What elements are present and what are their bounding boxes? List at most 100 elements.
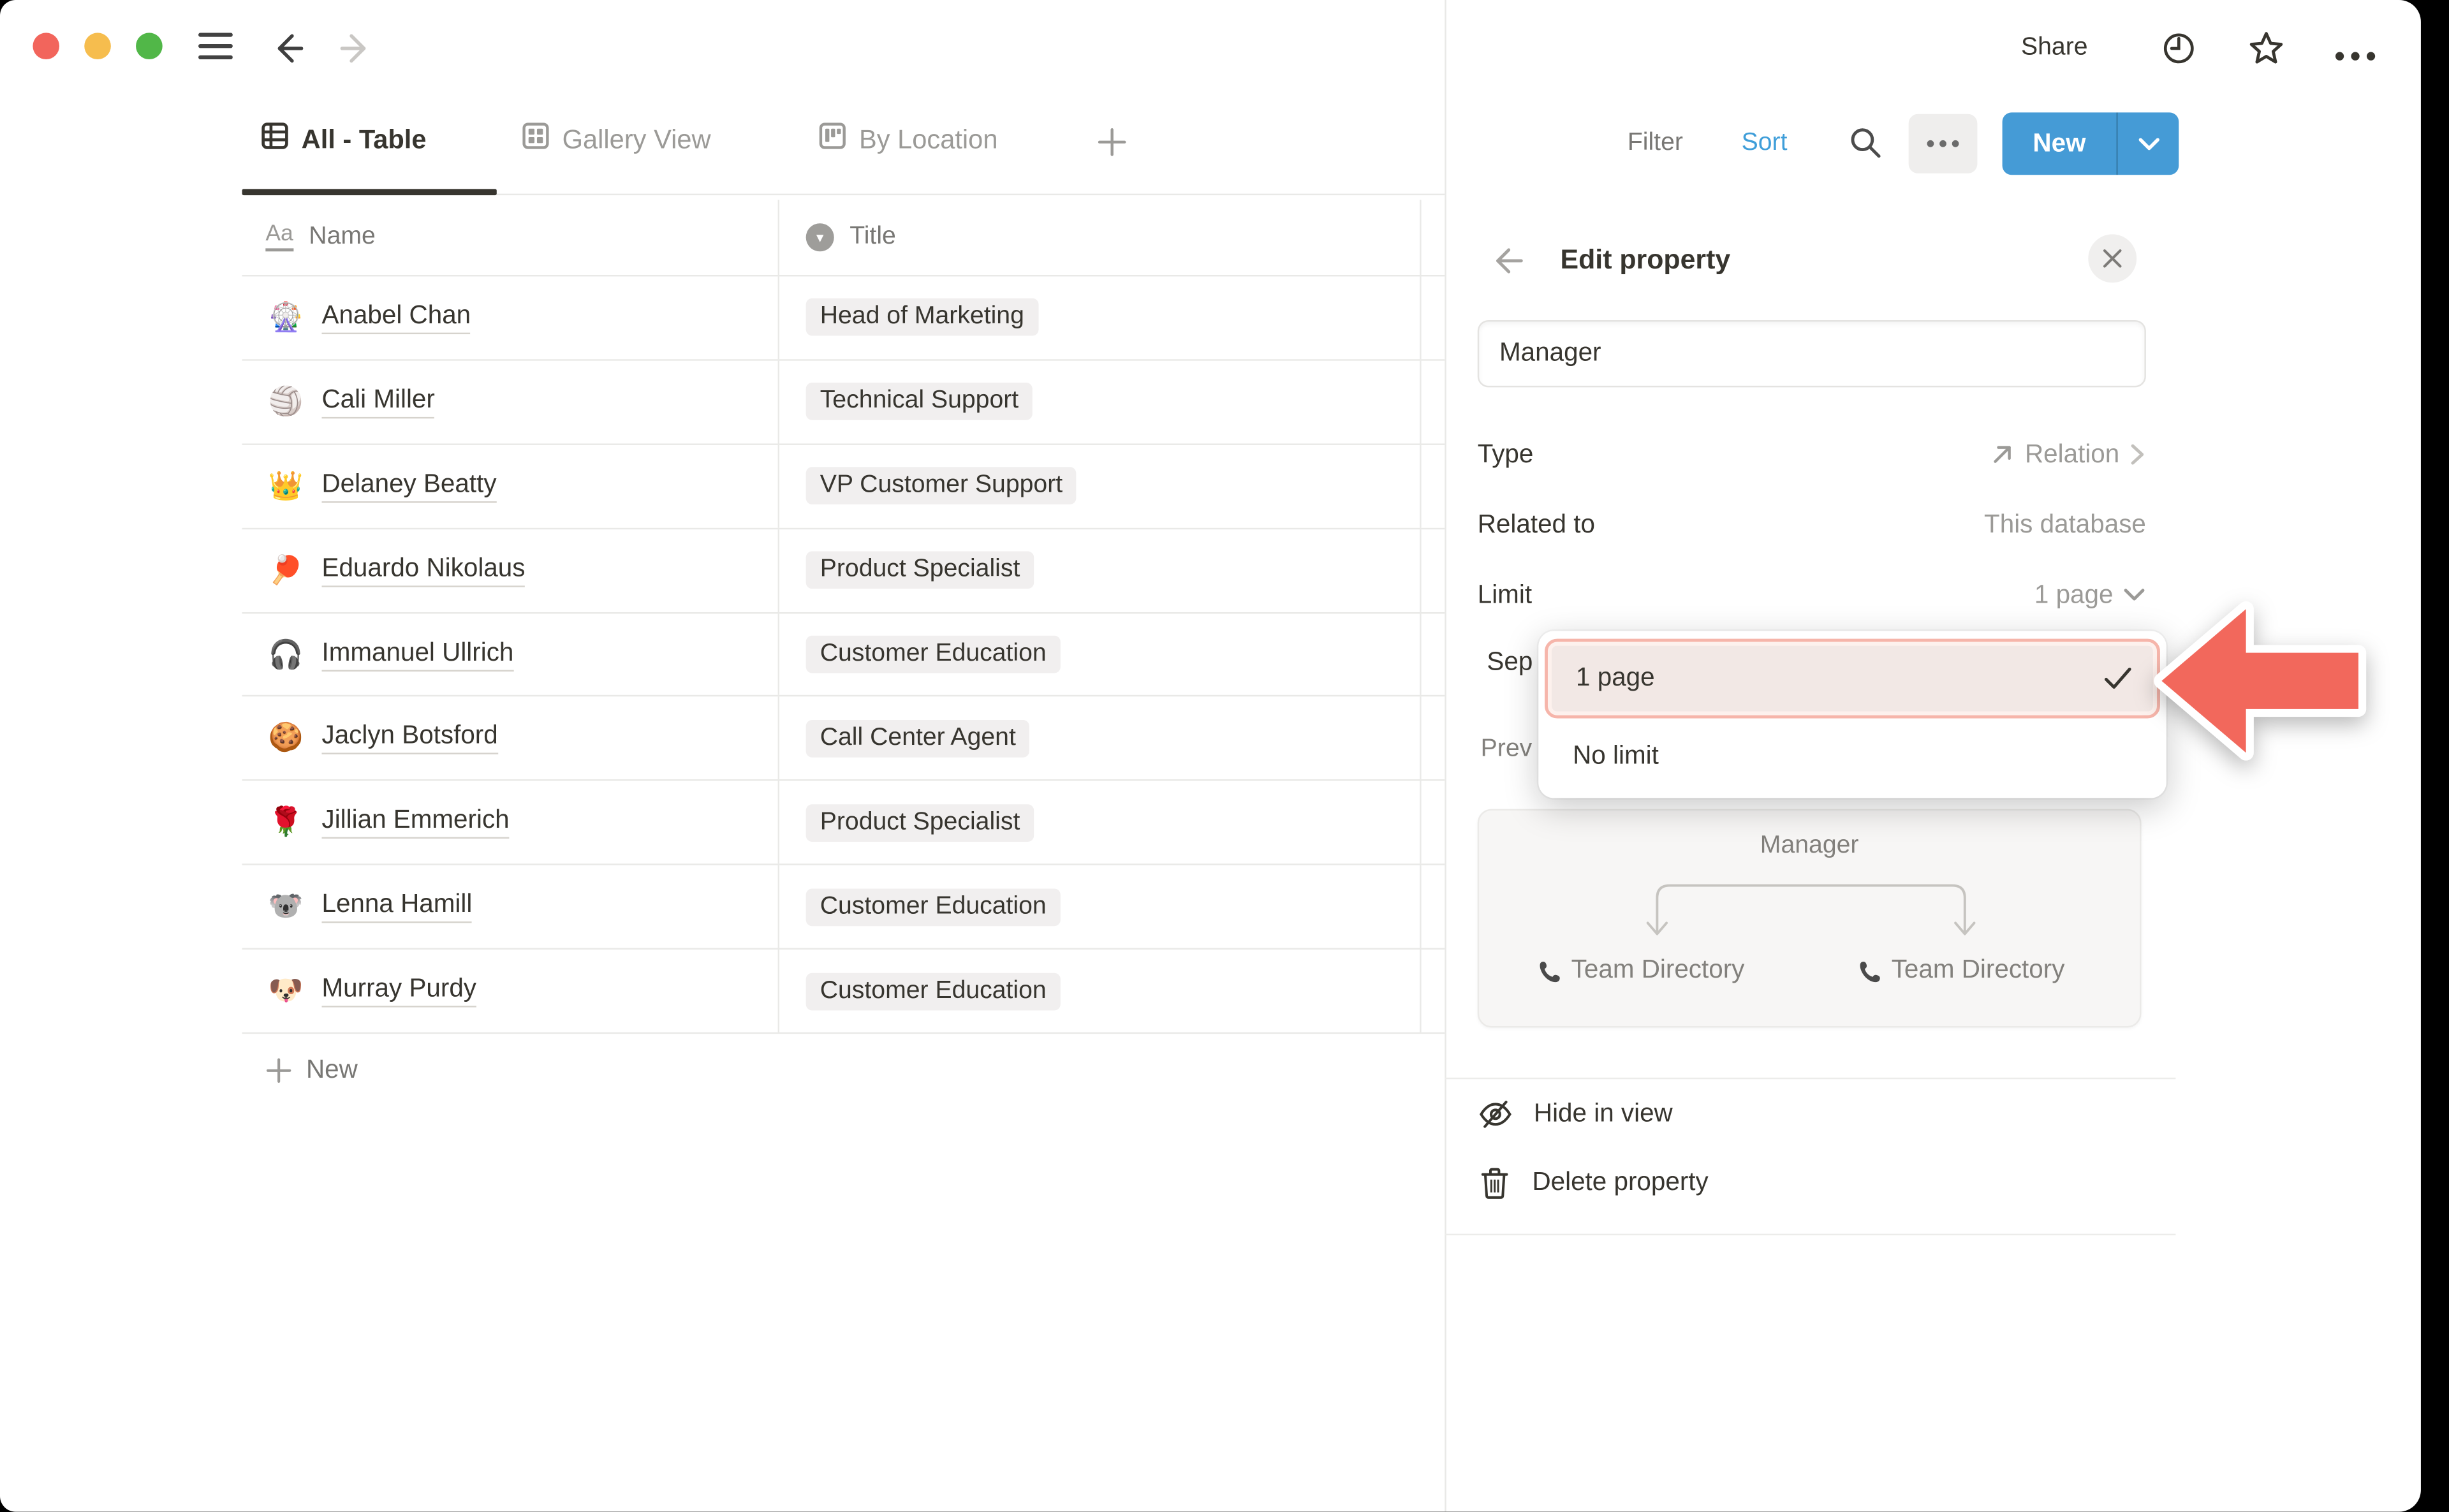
new-button[interactable]: New	[2003, 112, 2117, 175]
table-row[interactable]: 🏐 Cali Miller Technical Support	[242, 360, 1445, 444]
person-name[interactable]: Cali Miller	[321, 385, 434, 418]
more-options-icon[interactable]	[2334, 42, 2378, 70]
tab-label: All - Table	[302, 124, 427, 156]
sidebar-menu-icon[interactable]	[198, 33, 233, 70]
table-row[interactable]: 🏓 Eduardo Nikolaus Product Specialist	[242, 529, 1445, 613]
zoom-window-button[interactable]	[136, 33, 163, 59]
table-view-icon	[261, 122, 289, 158]
name-cell[interactable]: 🎡 Anabel Chan	[242, 276, 779, 359]
person-name[interactable]: Murray Purdy	[321, 974, 476, 1007]
table-row[interactable]: 🐨 Lenna Hamill Customer Education	[242, 865, 1445, 950]
name-cell[interactable]: 🐶 Murray Purdy	[242, 950, 779, 1032]
title-cell[interactable]: VP Customer Support	[779, 444, 1422, 527]
table-body: 🎡 Anabel Chan Head of Marketing 🏐 Cali M…	[242, 276, 1445, 1034]
name-cell[interactable]: 🎧 Immanuel Ullrich	[242, 613, 779, 696]
person-name[interactable]: Lenna Hamill	[321, 890, 472, 923]
tab-all-table[interactable]: All - Table	[261, 122, 427, 158]
search-icon[interactable]	[1848, 125, 1883, 169]
panel-section-divider	[1445, 1234, 2175, 1235]
close-window-button[interactable]	[33, 33, 59, 59]
page-emoji-icon: 🐨	[265, 890, 306, 923]
property-row-related[interactable]: Related to This database	[1478, 490, 2146, 559]
table-row[interactable]: 🍪 Jaclyn Botsford Call Center Agent	[242, 697, 1445, 781]
share-button[interactable]: Share	[2021, 34, 2088, 62]
table-row[interactable]: 🎧 Immanuel Ullrich Customer Education	[242, 613, 1445, 697]
relation-connector-arrows	[1635, 876, 1987, 942]
title-cell[interactable]: Customer Education	[779, 613, 1422, 696]
column-header-title[interactable]: ▼ Title	[779, 200, 1422, 275]
tab-by-location[interactable]: By Location	[818, 122, 997, 158]
property-row-limit[interactable]: Limit 1 page	[1478, 561, 2146, 629]
title-cell[interactable]: Customer Education	[779, 865, 1422, 948]
title-cell[interactable]: Technical Support	[779, 360, 1422, 443]
person-name[interactable]: Eduardo Nikolaus	[321, 554, 525, 586]
person-name[interactable]: Jaclyn Botsford	[321, 722, 497, 754]
page-emoji-icon: 👑	[265, 469, 306, 502]
nav-back-icon[interactable]	[274, 31, 308, 73]
updates-clock-icon[interactable]	[2160, 30, 2198, 75]
limit-dropdown-menu: 1 page No limit	[1538, 631, 2166, 798]
table-row[interactable]: 🌹 Jillian Emmerich Product Specialist	[242, 781, 1445, 865]
new-dropdown-button[interactable]	[2116, 112, 2179, 175]
window-controls	[33, 33, 162, 59]
name-cell[interactable]: 🍪 Jaclyn Botsford	[242, 697, 779, 780]
favorite-star-icon[interactable]	[2246, 28, 2287, 77]
panel-close-button[interactable]	[2088, 234, 2136, 283]
board-view-icon	[818, 122, 846, 158]
page-emoji-icon: 🏓	[265, 554, 306, 586]
row-value: Relation	[2025, 439, 2119, 469]
person-name[interactable]: Anabel Chan	[321, 302, 471, 334]
limit-option-1-page[interactable]: 1 page	[1545, 639, 2160, 719]
property-name-input[interactable]: Manager	[1478, 320, 2146, 387]
table-row[interactable]: 🐶 Murray Purdy Customer Education	[242, 950, 1445, 1034]
person-name[interactable]: Delaney Beatty	[321, 469, 496, 502]
title-tag: Product Specialist	[806, 804, 1034, 842]
name-cell[interactable]: 🏐 Cali Miller	[242, 360, 779, 443]
name-cell[interactable]: 🌹 Jillian Emmerich	[242, 781, 779, 864]
title-tag: Customer Education	[806, 636, 1061, 673]
row-label: Related to	[1478, 510, 1595, 540]
title-tag: Technical Support	[806, 383, 1033, 421]
filter-button[interactable]: Filter	[1628, 129, 1683, 158]
table-row[interactable]: 🎡 Anabel Chan Head of Marketing	[242, 276, 1445, 360]
close-icon	[2102, 248, 2122, 268]
column-label: Name	[309, 223, 376, 251]
name-cell[interactable]: 🐨 Lenna Hamill	[242, 865, 779, 948]
view-options-button[interactable]	[1909, 114, 1978, 173]
add-view-plus-icon[interactable]	[1096, 126, 1128, 165]
hide-in-view-button[interactable]: Hide in view	[1478, 1079, 2149, 1148]
separate-row-label-clipped: Sep	[1487, 648, 1533, 678]
column-header-name[interactable]: Aa Name	[242, 200, 779, 275]
property-row-type[interactable]: Type Relation	[1478, 420, 2146, 489]
title-cell[interactable]: Customer Education	[779, 950, 1422, 1032]
panel-back-icon[interactable]	[1492, 244, 1526, 286]
delete-property-button[interactable]: Delete property	[1478, 1148, 2149, 1217]
name-cell[interactable]: 🏓 Eduardo Nikolaus	[242, 529, 779, 612]
page-emoji-icon: 🎡	[265, 302, 306, 334]
screen: Share All - Table Gallery View By Locati…	[0, 0, 2449, 1512]
person-name[interactable]: Jillian Emmerich	[321, 806, 509, 839]
title-cell[interactable]: Product Specialist	[779, 529, 1422, 612]
title-cell[interactable]: Head of Marketing	[779, 276, 1422, 359]
limit-option-no-limit[interactable]: No limit	[1545, 721, 2160, 790]
annotation-arrow-left-icon	[2152, 598, 2371, 767]
name-cell[interactable]: 👑 Delaney Beatty	[242, 444, 779, 527]
column-label: Title	[849, 223, 896, 251]
nav-forward-icon[interactable]	[336, 31, 371, 73]
sort-button[interactable]: Sort	[1742, 129, 1788, 158]
tab-label: Gallery View	[563, 124, 711, 156]
plus-icon	[265, 1057, 292, 1084]
title-cell[interactable]: Product Specialist	[779, 781, 1422, 864]
action-label: Hide in view	[1534, 1099, 1673, 1129]
tab-gallery-view[interactable]: Gallery View	[522, 122, 711, 158]
phone-icon	[1855, 958, 1880, 983]
minimize-window-button[interactable]	[84, 33, 111, 59]
trash-icon	[1478, 1164, 1512, 1200]
table-row[interactable]: 👑 Delaney Beatty VP Customer Support	[242, 444, 1445, 529]
new-row-button[interactable]: New	[242, 1034, 1445, 1107]
person-name[interactable]: Immanuel Ullrich	[321, 638, 513, 670]
title-cell[interactable]: Call Center Agent	[779, 697, 1422, 780]
gallery-view-icon	[522, 122, 550, 158]
preview-label-clipped: Prev	[1481, 735, 1533, 763]
page-emoji-icon: 🍪	[265, 722, 306, 754]
